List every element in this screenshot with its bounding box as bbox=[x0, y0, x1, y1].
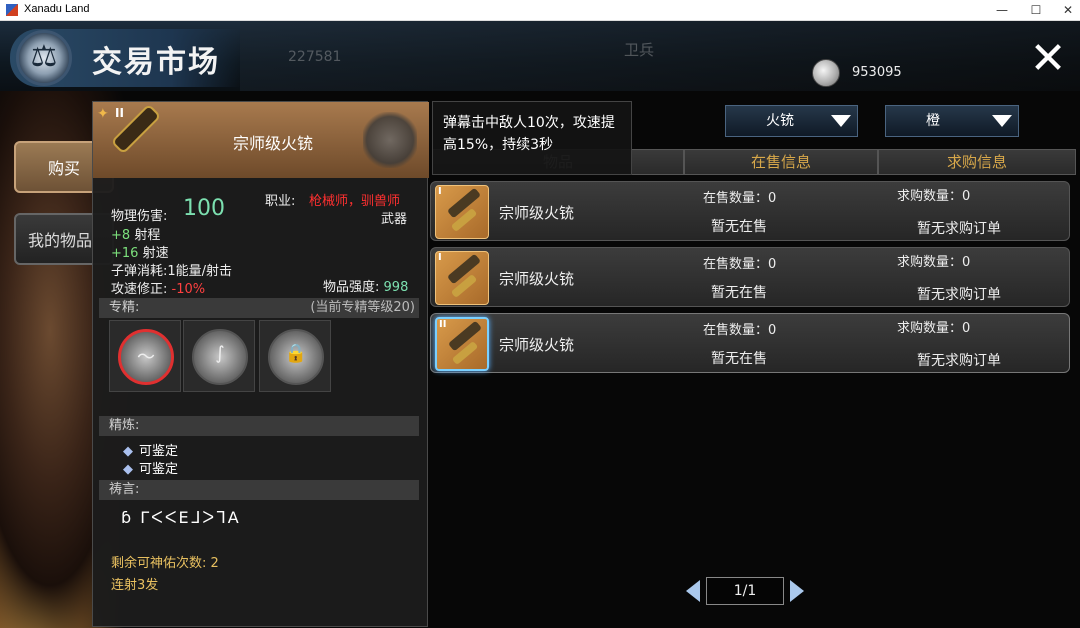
top-bar-dim-overlay bbox=[240, 21, 1080, 91]
item-name: 宗师级火铳 bbox=[499, 204, 575, 222]
weapon-type-dropdown[interactable]: 火铳 bbox=[725, 105, 858, 137]
refine-item-label: 可鉴定 bbox=[139, 444, 179, 459]
minimize-button[interactable]: — bbox=[984, 0, 1020, 21]
buy-status: 暂无求购订单 bbox=[917, 287, 1001, 303]
stat-fire-rate-value: +16 bbox=[111, 246, 139, 261]
stat-range-name: 射程 bbox=[134, 228, 161, 243]
chevron-down-icon bbox=[992, 115, 1012, 127]
market-row-selected[interactable]: II 宗师级火铳 在售数量：0 暂无在售 求购数量：0 暂无求购订单 bbox=[430, 313, 1070, 373]
game-area: 227581 卫兵 交易市场 953095 ✕ 购买 我的物品 火铳 橙 物品 … bbox=[0, 21, 1080, 628]
buy-count: 求购数量：0 bbox=[897, 189, 971, 204]
sale-count: 在售数量：0 bbox=[703, 191, 777, 206]
sale-status: 暂无在售 bbox=[711, 219, 767, 235]
currency-amount: 953095 bbox=[852, 65, 902, 80]
damage-label: 物理伤害: bbox=[111, 209, 168, 224]
page-title: 交易市场 bbox=[92, 45, 220, 80]
quality-dropdown[interactable]: 橙 bbox=[885, 105, 1019, 137]
next-page-icon[interactable] bbox=[790, 580, 804, 602]
chevron-down-icon bbox=[831, 115, 851, 127]
close-market-button[interactable]: ✕ bbox=[1026, 37, 1070, 81]
item-detail-panel: ✦ II 宗师级火铳 物理伤害: 100 职业: 枪械师，驯兽师 武器 +8 射… bbox=[92, 101, 429, 627]
specialization-section: 专精: (当前专精等级20) bbox=[99, 298, 419, 318]
item-name: 宗师级火铳 bbox=[499, 270, 575, 288]
buy-count: 求购数量：0 bbox=[897, 321, 971, 336]
market-row[interactable]: I 宗师级火铳 在售数量：0 暂无在售 求购数量：0 暂无求购订单 bbox=[430, 247, 1070, 307]
page-indicator: 1/1 bbox=[706, 577, 784, 605]
star-icon: ✦ bbox=[97, 106, 109, 122]
column-header-on-sale: 在售信息 bbox=[684, 149, 878, 175]
skill-description-tooltip: 弹幕击中敌人10次，攻速提高15%，持续3秒 bbox=[432, 101, 632, 175]
prayer-runes: ɓ ΓᐸᐸEᒧᐳᒣA bbox=[121, 508, 241, 527]
sale-status: 暂无在售 bbox=[711, 285, 767, 301]
column-header-want: 求购信息 bbox=[878, 149, 1076, 175]
spec-slot-1[interactable]: 〜 bbox=[109, 320, 181, 392]
window-title: Xanadu Land bbox=[24, 3, 90, 15]
tier-label: II bbox=[439, 319, 447, 330]
detail-tier: II bbox=[115, 106, 124, 120]
stat-fire-rate: +16 射速 bbox=[111, 242, 169, 261]
maximize-button[interactable]: ☐ bbox=[1018, 0, 1054, 21]
stat-fire-rate-name: 射速 bbox=[142, 246, 169, 261]
ghost-weapon-icon bbox=[363, 112, 417, 168]
buy-status: 暂无求购订单 bbox=[917, 353, 1001, 369]
prayer-section: 祷言: bbox=[99, 480, 419, 500]
buy-count: 求购数量：0 bbox=[897, 255, 971, 270]
spec-slot-2[interactable]: ∫ bbox=[183, 320, 255, 392]
swirl-glyph: ∫ bbox=[215, 343, 225, 364]
stat-range-value: +8 bbox=[111, 228, 131, 243]
detail-header: ✦ II 宗师级火铳 bbox=[93, 102, 429, 178]
spec-slot-3[interactable]: 🔒 bbox=[259, 320, 331, 392]
refine-section: 精炼: bbox=[99, 416, 419, 436]
job-value: 枪械师，驯兽师 bbox=[309, 194, 401, 209]
sale-count: 在售数量：0 bbox=[703, 257, 777, 272]
detail-item-name: 宗师级火铳 bbox=[233, 134, 314, 153]
app-icon bbox=[6, 4, 18, 16]
item-name: 宗师级火铳 bbox=[499, 336, 575, 354]
scale-icon bbox=[16, 30, 72, 86]
sale-count: 在售数量：0 bbox=[703, 323, 777, 338]
lock-glyph: 🔒 bbox=[284, 343, 308, 364]
spec-title: 专精: bbox=[109, 300, 140, 315]
strength-label: 物品强度: bbox=[323, 280, 380, 295]
weapon-type-dropdown-value: 火铳 bbox=[766, 113, 794, 129]
ghost-background-guard: 卫兵 bbox=[624, 41, 655, 59]
damage-value: 100 bbox=[183, 196, 225, 221]
diamond-icon: ◆ bbox=[123, 462, 133, 477]
attack-speed-value: -10% bbox=[171, 282, 206, 297]
diamond-icon: ◆ bbox=[123, 444, 133, 459]
sale-status: 暂无在售 bbox=[711, 351, 767, 367]
pagination: 1/1 bbox=[686, 577, 806, 605]
firearm-item-icon: I bbox=[435, 251, 489, 305]
tier-label: I bbox=[438, 252, 442, 263]
wind-glyph: 〜 bbox=[137, 347, 155, 368]
quality-dropdown-value: 橙 bbox=[926, 113, 940, 129]
job-label: 职业: bbox=[265, 194, 296, 209]
prev-page-icon[interactable] bbox=[686, 580, 700, 602]
stat-range: +8 射程 bbox=[111, 224, 160, 243]
refine-item: ◆ 可鉴定 bbox=[123, 440, 178, 459]
burst-fire: 连射3发 bbox=[111, 578, 159, 593]
silver-coin-icon bbox=[812, 59, 840, 87]
buy-status: 暂无求购订单 bbox=[917, 221, 1001, 237]
item-strength: 物品强度: 998 bbox=[323, 276, 408, 295]
spec-level: (当前专精等级20) bbox=[310, 300, 415, 315]
ghost-background-number: 227581 bbox=[288, 49, 342, 65]
refine-item: ◆ 可鉴定 bbox=[123, 458, 178, 477]
attack-speed-label: 攻速修正: bbox=[111, 282, 168, 297]
window-titlebar: Xanadu Land — ☐ ✕ bbox=[0, 0, 1080, 21]
firearm-item-icon: I bbox=[435, 185, 489, 239]
tier-label: I bbox=[438, 186, 442, 197]
currency-display: 953095 bbox=[800, 59, 930, 87]
weapon-type: 武器 bbox=[381, 212, 408, 227]
attack-speed-modifier: 攻速修正: -10% bbox=[111, 278, 205, 297]
firearm-item-icon: II bbox=[435, 317, 489, 371]
window-close-button[interactable]: ✕ bbox=[1050, 0, 1080, 21]
blessing-count: 剩余可神佑次数: 2 bbox=[111, 556, 219, 571]
strength-value: 998 bbox=[383, 280, 409, 295]
bullet-cost: 子弹消耗:1能量/射击 bbox=[111, 264, 233, 279]
refine-item-label: 可鉴定 bbox=[139, 462, 179, 477]
market-row[interactable]: I 宗师级火铳 在售数量：0 暂无在售 求购数量：0 暂无求购订单 bbox=[430, 181, 1070, 241]
